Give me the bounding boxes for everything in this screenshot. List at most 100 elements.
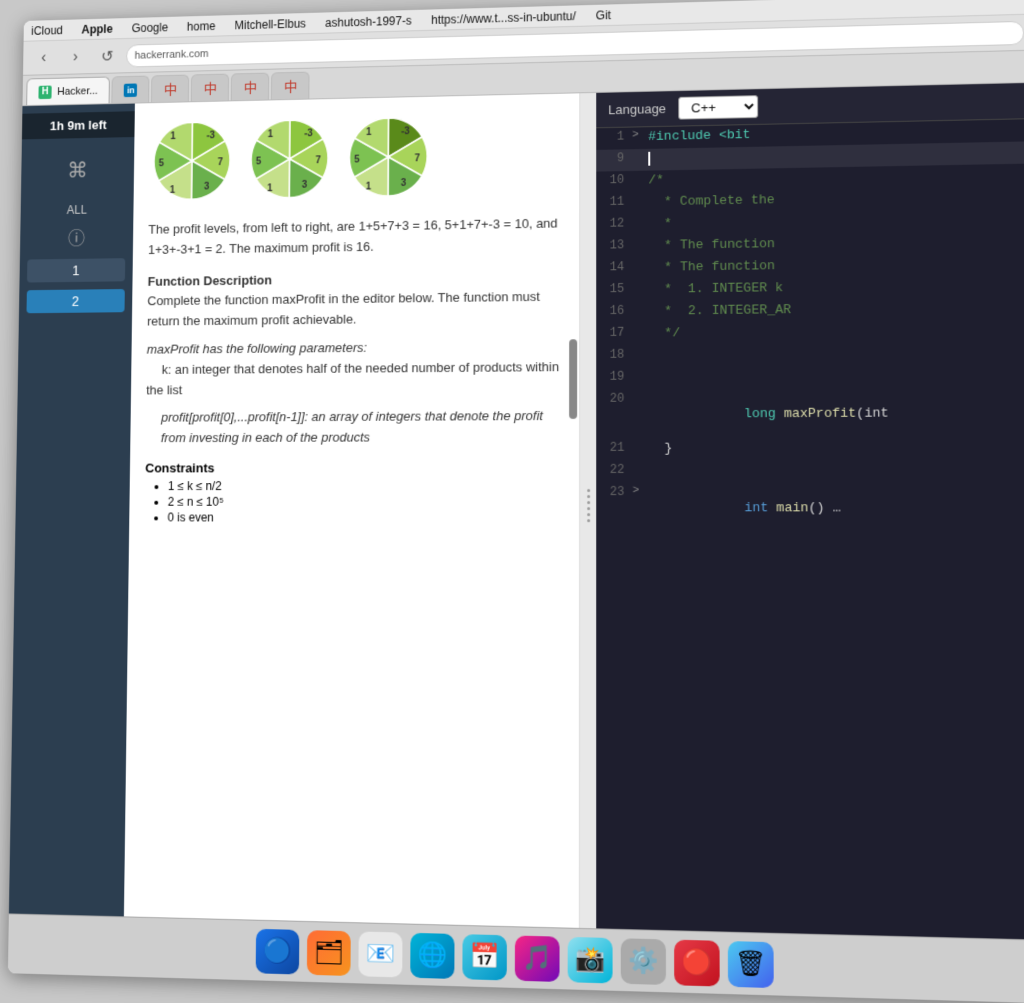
line-num-18: 18: [596, 346, 632, 362]
dot-2: [587, 495, 590, 498]
line-arrow-18: [632, 346, 648, 348]
dot-3: [587, 501, 590, 504]
tab5-icon: 中: [244, 80, 258, 94]
line-num-21: 21: [596, 439, 632, 455]
back-button[interactable]: ‹: [31, 44, 58, 71]
code-line-22: 22: [596, 460, 1024, 483]
pie-chart-2: -3 7 3 1 5 1: [246, 114, 333, 203]
menu-apple[interactable]: Apple: [81, 22, 112, 36]
line-arrow-11: [632, 192, 648, 194]
pie-charts-row: -3 7 3 1 5: [149, 109, 564, 205]
menu-git[interactable]: Git: [596, 8, 611, 22]
content-area: 1h 9m left ⌘ ALL ⓘ 1 2 -3: [9, 83, 1024, 940]
browser-frame: iCloud Apple Google home Mitchell-Elbus …: [8, 0, 1024, 1003]
svg-text:5: 5: [256, 156, 262, 167]
code-editor[interactable]: 1 > #include <bit 9 10 /*: [596, 119, 1024, 940]
dock-icon-calendar[interactable]: 📅: [462, 934, 506, 980]
line-arrow-17: [632, 324, 648, 326]
line-content-17: */: [648, 323, 680, 342]
param-k: k: an integer that denotes half of the n…: [146, 359, 559, 397]
forward-button[interactable]: ›: [62, 43, 89, 70]
line-arrow-22: [633, 461, 649, 463]
tab-6[interactable]: 中: [271, 72, 310, 100]
line-content-13: * The function: [648, 234, 775, 255]
problem-2-button[interactable]: 2: [26, 289, 124, 313]
svg-text:7: 7: [315, 155, 320, 166]
tab-hacker[interactable]: H Hacker...: [26, 76, 110, 105]
dock-icon-finder[interactable]: 🗂: [307, 930, 351, 976]
line-arrow-10: [632, 171, 648, 173]
constraint-3: 0 is even: [167, 511, 563, 526]
code-line-23: 23 > int main() …: [596, 483, 1024, 534]
function-desc-title: Function Description: [148, 272, 273, 288]
dot-4: [587, 507, 590, 510]
tab-linkedin[interactable]: in: [112, 76, 150, 104]
code-line-21: 21 }: [596, 438, 1024, 461]
menu-mitchell[interactable]: Mitchell-Elbus: [234, 16, 306, 31]
problem-1-button[interactable]: 1: [27, 258, 125, 282]
hacker-icon: H: [38, 85, 51, 99]
sidebar: 1h 9m left ⌘ ALL ⓘ 1 2: [9, 104, 135, 917]
all-label: ALL: [21, 195, 134, 222]
scrollbar-handle[interactable]: [569, 339, 577, 419]
menu-home[interactable]: home: [187, 19, 216, 33]
dock-icon-other[interactable]: 🔴: [674, 939, 720, 986]
dock-icon-photos[interactable]: 📸: [568, 936, 613, 983]
line-num-16: 16: [596, 302, 632, 318]
line-num-15: 15: [596, 280, 632, 296]
tab3-icon: 中: [164, 82, 177, 96]
pie-chart-3: -3 7 3 1 5 1: [344, 112, 432, 201]
language-label: Language: [608, 101, 666, 117]
line-num-12: 12: [596, 214, 632, 230]
dock-icon-mail[interactable]: 📧: [358, 931, 402, 977]
dock-icon-browser[interactable]: 🌐: [410, 932, 454, 978]
svg-text:-3: -3: [401, 126, 410, 137]
line-content-12: *: [648, 214, 672, 233]
line-arrow-15: [632, 280, 648, 282]
line-num-14: 14: [596, 258, 632, 274]
svg-text:7: 7: [415, 153, 420, 164]
info-button[interactable]: ⓘ: [20, 220, 133, 256]
line-num-17: 17: [596, 324, 632, 340]
panel-resize-handle[interactable]: [580, 93, 596, 928]
tab-3[interactable]: 中: [151, 75, 189, 103]
line-arrow-1: >: [632, 127, 648, 141]
code-panel: Language C++ Java Python 1 > #include <b…: [596, 83, 1024, 940]
line-num-22: 22: [596, 461, 632, 477]
line-arrow-16: [632, 302, 648, 304]
tab-4[interactable]: 中: [191, 74, 229, 102]
command-button[interactable]: ⌘: [21, 149, 134, 193]
line-content-21: }: [649, 439, 673, 458]
menu-google[interactable]: Google: [131, 20, 168, 34]
reload-button[interactable]: ↺: [94, 42, 121, 69]
svg-text:1: 1: [170, 185, 176, 196]
svg-text:1: 1: [268, 129, 274, 140]
code-line-19: 19: [596, 365, 1024, 390]
line-num-23: 23: [596, 483, 632, 499]
line-arrow-21: [632, 439, 648, 441]
dot-5: [587, 513, 590, 516]
dock-icon-music[interactable]: 🎵: [515, 935, 560, 981]
line-num-10: 10: [596, 171, 632, 187]
line-content-16: * 2. INTEGER_AR: [648, 300, 791, 320]
constraint-1: 1 ≤ k ≤ n/2: [168, 479, 563, 493]
line-content-15: * 1. INTEGER k: [648, 278, 783, 299]
tab-5[interactable]: 中: [231, 73, 270, 101]
line-num-11: 11: [596, 193, 632, 209]
line-arrow-9: [632, 149, 648, 151]
language-select[interactable]: C++ Java Python: [678, 95, 758, 120]
svg-text:5: 5: [159, 158, 165, 169]
menu-ashutosh[interactable]: ashutosh-1997-s: [325, 13, 412, 29]
menu-url[interactable]: https://www.t...ss-in-ubuntu/: [431, 9, 576, 27]
svg-text:1: 1: [267, 183, 273, 194]
dock-icon-settings[interactable]: ⚙️: [621, 938, 666, 985]
line-arrow-23: >: [633, 483, 649, 497]
dock-icon-0[interactable]: 🔵: [256, 928, 300, 974]
menu-icloud[interactable]: iCloud: [31, 23, 63, 37]
linkedin-icon: in: [124, 83, 137, 97]
problem-panel[interactable]: -3 7 3 1 5: [124, 93, 580, 928]
pie-chart-1: -3 7 3 1 5: [149, 117, 236, 205]
line-arrow-12: [632, 214, 648, 216]
line-content-20: long maxProfit(int: [649, 388, 889, 439]
constraints-title: Constraints: [145, 460, 563, 475]
